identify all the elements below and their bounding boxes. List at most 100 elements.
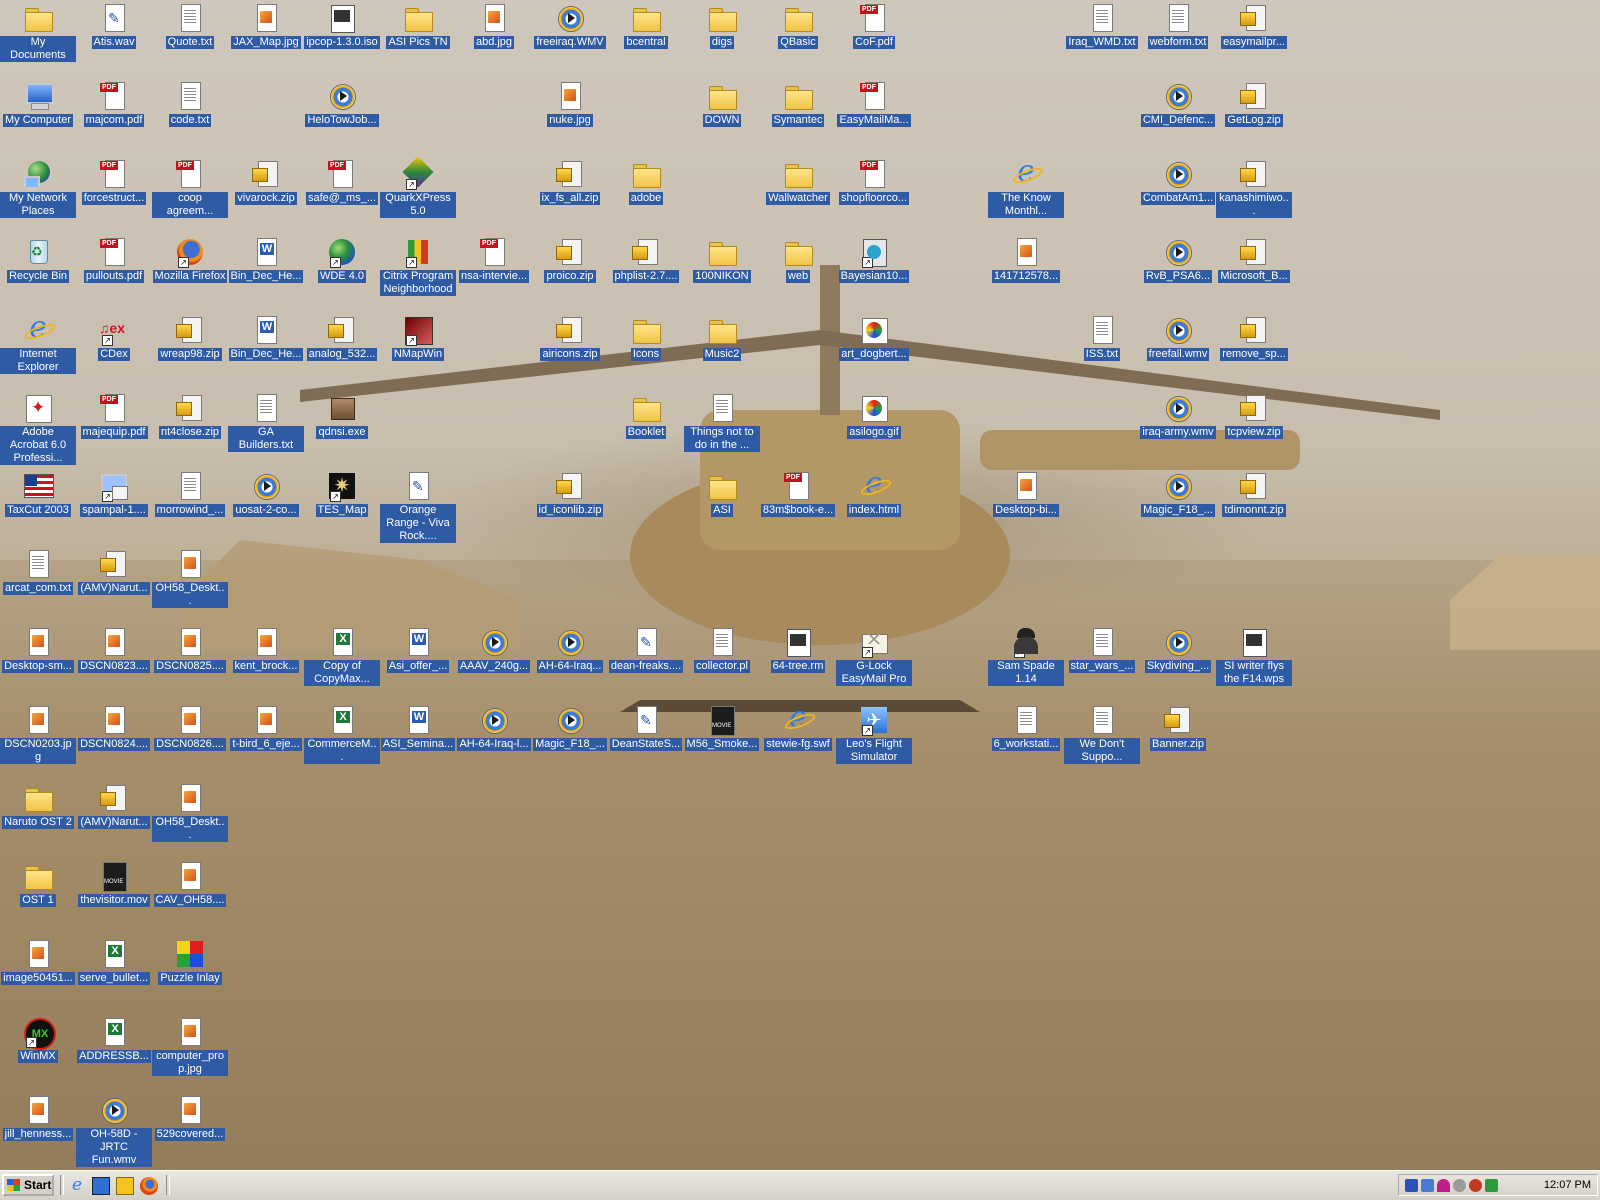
desktop-icon[interactable]: Microsoft_B...: [1216, 236, 1292, 283]
ie-icon[interactable]: e: [68, 1177, 86, 1195]
desktop-icon[interactable]: code.txt: [152, 80, 228, 127]
desktop-icon[interactable]: SI writer flys the F14.wps: [1216, 626, 1292, 686]
desktop-icon[interactable]: The Know Monthl...: [988, 158, 1064, 218]
desktop-icon[interactable]: adobe: [608, 158, 684, 205]
desktop-icon[interactable]: 100NIKON: [684, 236, 760, 283]
desktop-icon[interactable]: M56_Smoke...: [684, 704, 760, 751]
desktop-icon[interactable]: DOWN: [684, 80, 760, 127]
desktop-icon[interactable]: airicons.zip: [532, 314, 608, 361]
desktop-icon[interactable]: Bin_Dec_He...: [228, 236, 304, 283]
desktop-icon[interactable]: analog_532...: [304, 314, 380, 361]
desktop-icon[interactable]: art_dogbert...: [836, 314, 912, 361]
desktop-icon[interactable]: 6_workstati...: [988, 704, 1064, 751]
desktop-icon[interactable]: star_wars_...: [1064, 626, 1140, 673]
outlook-icon[interactable]: [116, 1177, 134, 1195]
desktop-icon[interactable]: Banner.zip: [1140, 704, 1216, 751]
desktop-icon[interactable]: Internet Explorer: [0, 314, 76, 374]
desktop-icon[interactable]: ix_fs_all.zip: [532, 158, 608, 205]
desktop-icon[interactable]: kent_brock...: [228, 626, 304, 673]
desktop-icon[interactable]: ADDRESSB...: [76, 1016, 152, 1063]
desktop-icon[interactable]: nt4close.zip: [152, 392, 228, 439]
desktop-icon[interactable]: remove_sp...: [1216, 314, 1292, 361]
desktop-icon[interactable]: Asi_offer_...: [380, 626, 456, 673]
desktop-icon[interactable]: majequip.pdf: [76, 392, 152, 439]
desktop-icon[interactable]: DSCN0203.jpg: [0, 704, 76, 764]
desktop-icon[interactable]: Skydiving_...: [1140, 626, 1216, 673]
desktop-icon[interactable]: iraq-army.wmv: [1140, 392, 1216, 439]
desktop-icon[interactable]: We Don't Suppo...: [1064, 704, 1140, 764]
desktop-icon[interactable]: 64-tree.rm: [760, 626, 836, 673]
volume-icon[interactable]: [1405, 1179, 1418, 1192]
desktop-icon[interactable]: Iraq_WMD.txt: [1064, 2, 1140, 49]
desktop-icon[interactable]: freefall.wmv: [1140, 314, 1216, 361]
desktop-icon[interactable]: CMI_Defenc...: [1140, 80, 1216, 127]
desktop-icon[interactable]: Desktop-bi...: [988, 470, 1064, 517]
desktop-icon[interactable]: OH58_Deskt...: [152, 782, 228, 842]
desktop-icon[interactable]: id_iconlib.zip: [532, 470, 608, 517]
desktop-icon[interactable]: DSCN0823....: [76, 626, 152, 673]
desktop-icon[interactable]: nsa-intervie...: [456, 236, 532, 283]
desktop-icon[interactable]: (AMV)Narut...: [76, 548, 152, 595]
clock[interactable]: 12:07 PM: [1544, 1179, 1591, 1192]
desktop-icon[interactable]: Magic_F18_...: [532, 704, 608, 751]
desktop-icon[interactable]: 141712578...: [988, 236, 1064, 283]
show-desktop-icon[interactable]: [92, 1177, 110, 1195]
desktop-icon[interactable]: Naruto OST 2: [0, 782, 76, 829]
desktop-icon[interactable]: arcat_com.txt: [0, 548, 76, 595]
desktop-icon[interactable]: JAX_Map.jpg: [228, 2, 304, 49]
desktop-icon[interactable]: tcpview.zip: [1216, 392, 1292, 439]
desktop-icon[interactable]: digs: [684, 2, 760, 49]
desktop-icon[interactable]: collector.pl: [684, 626, 760, 673]
desktop-icon[interactable]: HeloTowJob...: [304, 80, 380, 127]
desktop-icon[interactable]: ↗ CDex: [76, 314, 152, 361]
desktop-icon[interactable]: AH-64-Iraq-l...: [456, 704, 532, 751]
desktop-icon[interactable]: My Documents: [0, 2, 76, 62]
desktop-icon[interactable]: ↗ Mozilla Firefox: [152, 236, 228, 283]
desktop-icon[interactable]: TaxCut 2003: [0, 470, 76, 517]
desktop-icon[interactable]: GetLog.zip: [1216, 80, 1292, 127]
desktop-icon[interactable]: image50451...: [0, 938, 76, 985]
desktop-icon[interactable]: 529covered...: [152, 1094, 228, 1141]
desktop-icon[interactable]: EasyMailMa...: [836, 80, 912, 127]
desktop-icon[interactable]: Recycle Bin: [0, 236, 76, 283]
desktop-icon[interactable]: OH-58D - JRTC Fun.wmv: [76, 1094, 152, 1167]
desktop-icon[interactable]: index.html: [836, 470, 912, 517]
desktop-icon[interactable]: nuke.jpg: [532, 80, 608, 127]
desktop-icon[interactable]: shopfloorco...: [836, 158, 912, 205]
desktop-icon[interactable]: bcentral: [608, 2, 684, 49]
desktop-icon[interactable]: Booklet: [608, 392, 684, 439]
desktop-icon[interactable]: 83m$book-e...: [760, 470, 836, 517]
desktop-icon[interactable]: QBasic: [760, 2, 836, 49]
desktop-icon[interactable]: AAAV_240g...: [456, 626, 532, 673]
desktop-icon[interactable]: Things not to do in the ...: [684, 392, 760, 452]
desktop-icon[interactable]: ↗ Bayesian10...: [836, 236, 912, 283]
desktop-icon[interactable]: Magic_F18_...: [1140, 470, 1216, 517]
desktop-icon[interactable]: freeiraq.WMV: [532, 2, 608, 49]
firefox-icon[interactable]: [140, 1177, 158, 1195]
desktop-icon[interactable]: Symantec: [760, 80, 836, 127]
desktop-icon[interactable]: CoF.pdf: [836, 2, 912, 49]
app-icon[interactable]: [1469, 1179, 1482, 1192]
desktop-icon[interactable]: ↗ Leo's Flight Simulator: [836, 704, 912, 764]
desktop-icon[interactable]: phplist-2.7....: [608, 236, 684, 283]
desktop-icon[interactable]: abd.jpg: [456, 2, 532, 49]
desktop-icon[interactable]: coop agreem...: [152, 158, 228, 218]
desktop-icon[interactable]: webform.txt: [1140, 2, 1216, 49]
desktop-icon[interactable]: CombatAm1...: [1140, 158, 1216, 205]
desktop-icon[interactable]: CommerceM...: [304, 704, 380, 764]
desktop-icon[interactable]: Puzzle Inlay: [152, 938, 228, 985]
desktop-icon[interactable]: jill_henness...: [0, 1094, 76, 1141]
desktop-icon[interactable]: My Computer: [0, 80, 76, 127]
desktop-icon[interactable]: DSCN0825....: [152, 626, 228, 673]
desktop-icon[interactable]: tdimonnt.zip: [1216, 470, 1292, 517]
desktop-icon[interactable]: asilogo.gif: [836, 392, 912, 439]
desktop-icon[interactable]: Music2: [684, 314, 760, 361]
desktop-icon[interactable]: ASI Pics TN: [380, 2, 456, 49]
desktop-icon[interactable]: ipcop-1.3.0.iso: [304, 2, 380, 49]
start-button[interactable]: Start: [2, 1174, 54, 1196]
desktop-icon[interactable]: t-bird_6_eje...: [228, 704, 304, 751]
desktop-icon[interactable]: ISS.txt: [1064, 314, 1140, 361]
desktop-icon[interactable]: ↗ WDE 4.0: [304, 236, 380, 283]
desktop-icon[interactable]: Adobe Acrobat 6.0 Professi...: [0, 392, 76, 465]
desktop-icon[interactable]: Desktop-sm...: [0, 626, 76, 673]
